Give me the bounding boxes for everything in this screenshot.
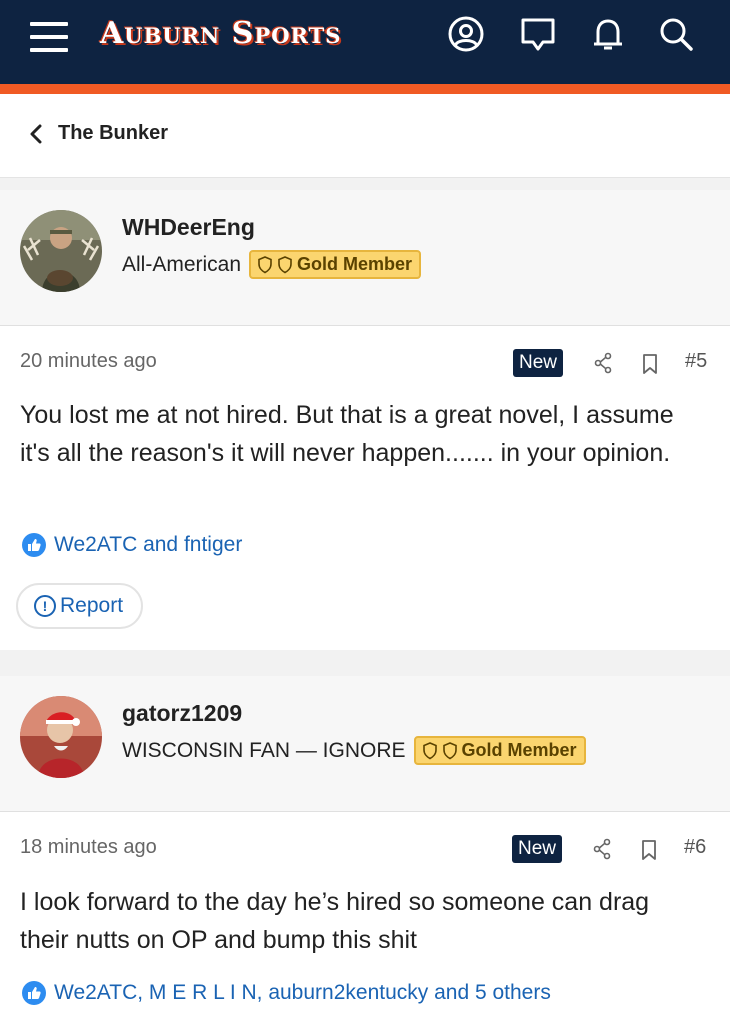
hamburger-menu-icon[interactable] — [30, 22, 68, 52]
reaction-users: We2ATC and fntiger — [54, 533, 243, 556]
username[interactable]: gatorz1209 — [122, 700, 242, 727]
badge-label: Gold Member — [461, 740, 577, 760]
post-timestamp: 18 minutes ago — [20, 836, 157, 858]
gold-member-badge: Gold Member — [413, 736, 586, 765]
notifications-icon[interactable] — [588, 14, 628, 54]
post-author-header: gatorz1209 WISCONSIN FAN — IGNORE Gold M… — [0, 676, 730, 812]
post-body: You lost me at not hired. But that is a … — [20, 401, 674, 467]
breadcrumb[interactable]: The Bunker — [28, 122, 168, 145]
user-title-row: WISCONSIN FAN — IGNORE Gold Member — [122, 736, 586, 765]
post-number-link[interactable]: #5 — [685, 350, 707, 373]
like-icon — [22, 981, 46, 1005]
bookmark-icon[interactable] — [639, 839, 659, 861]
account-icon[interactable] — [446, 14, 486, 54]
gold-member-badge: Gold Member — [249, 250, 422, 279]
reaction-summary[interactable]: We2ATC, M E R L I N, auburn2kentucky and… — [22, 981, 551, 1005]
user-title: WISCONSIN FAN — IGNORE — [122, 738, 406, 762]
avatar[interactable] — [20, 210, 102, 292]
new-badge: New — [513, 349, 564, 377]
username[interactable]: WHDeerEng — [122, 214, 255, 241]
reaction-users: We2ATC, M E R L I N, auburn2kentucky and… — [54, 981, 551, 1004]
new-badge: New — [512, 835, 563, 863]
user-title: All-American — [122, 252, 242, 276]
shield-icon — [442, 741, 457, 759]
reaction-summary[interactable]: We2ATC and fntiger — [22, 533, 242, 557]
site-logo[interactable]: Auburn Sports — [100, 16, 341, 51]
like-icon — [22, 533, 46, 557]
messages-icon[interactable] — [518, 14, 558, 54]
post-author-header: WHDeerEng All-American Gold Member — [0, 190, 730, 326]
shield-icon — [422, 741, 437, 759]
post: WHDeerEng All-American Gold Member 20 mi… — [0, 190, 730, 650]
alert-icon: ! — [34, 595, 56, 617]
bookmark-icon[interactable] — [640, 353, 660, 375]
user-title-row: All-American Gold Member — [122, 250, 422, 279]
shield-icon — [278, 255, 292, 273]
avatar[interactable] — [20, 696, 102, 778]
share-icon[interactable] — [592, 838, 612, 860]
post: gatorz1209 WISCONSIN FAN — IGNORE Gold M… — [0, 676, 730, 1023]
accent-stripe — [0, 84, 730, 94]
post-timestamp: 20 minutes ago — [20, 350, 157, 372]
breadcrumb-bar: The Bunker — [0, 94, 730, 178]
report-label: Report — [60, 594, 124, 617]
shield-icon — [258, 255, 272, 273]
top-navigation-bar: Auburn Sports — [0, 0, 730, 84]
badge-label: Gold Member — [297, 254, 413, 274]
breadcrumb-label: The Bunker — [58, 122, 169, 144]
chevron-left-icon — [30, 124, 42, 143]
report-button[interactable]: ! Report — [16, 583, 144, 629]
post-number-link[interactable]: #6 — [684, 836, 706, 859]
share-icon[interactable] — [593, 352, 613, 374]
search-icon[interactable] — [656, 14, 696, 54]
post-body: I look forward to the day he’s hired so … — [20, 888, 650, 954]
